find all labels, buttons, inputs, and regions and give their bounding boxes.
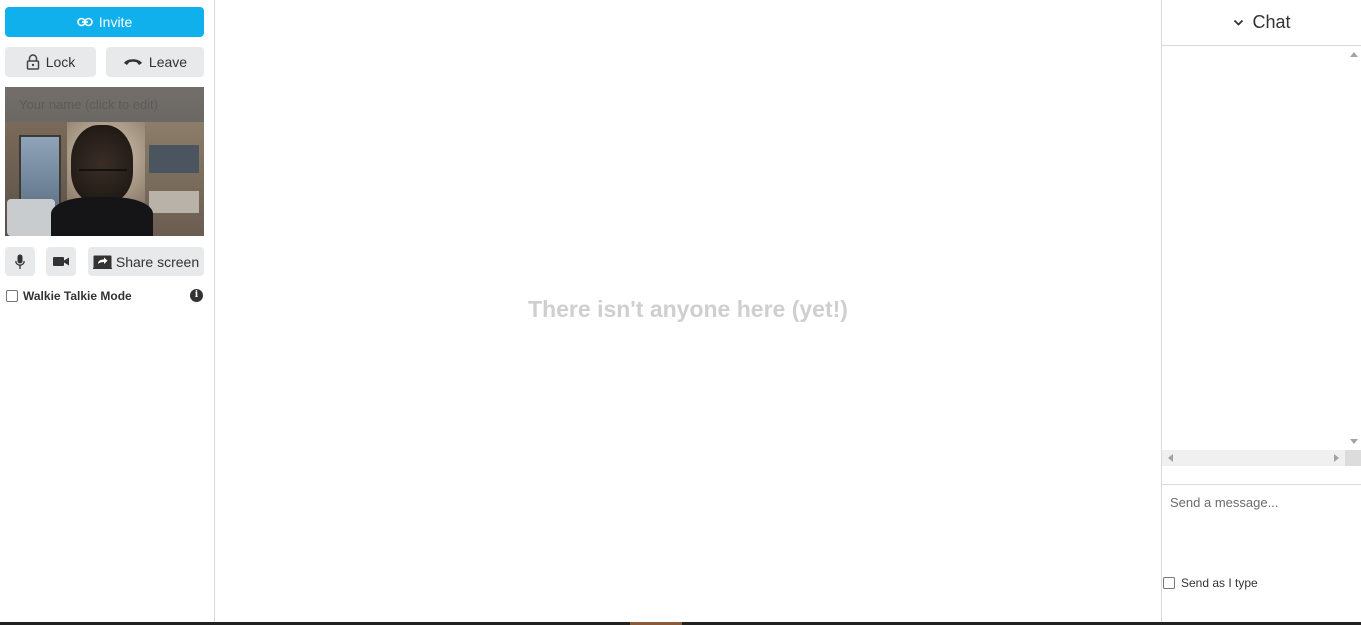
chat-vertical-scrollbar[interactable] [1345, 46, 1361, 450]
share-screen-button[interactable]: Share screen [88, 247, 204, 276]
sidebar: Invite Lock Leave Your name (click to ed… [0, 0, 215, 622]
chat-horizontal-scrollbar[interactable] [1162, 450, 1345, 466]
video-background-appliance [7, 199, 55, 236]
share-screen-label: Share screen [115, 253, 200, 270]
lock-label: Lock [45, 54, 76, 70]
video-camera-icon [53, 256, 69, 267]
microphone-button[interactable] [5, 247, 35, 276]
video-background-shelf [149, 145, 199, 173]
video-background-right [145, 122, 204, 236]
scroll-right-arrow-icon[interactable] [1334, 454, 1339, 462]
info-icon[interactable]: i [190, 289, 203, 302]
send-as-i-type-label: Send as I type [1181, 576, 1258, 590]
share-screen-icon [92, 255, 112, 269]
lock-button[interactable]: Lock [5, 47, 96, 77]
walkie-talkie-row: Walkie Talkie Mode i [6, 288, 204, 304]
chevron-down-icon [1233, 19, 1244, 27]
chat-messages-log [1162, 46, 1361, 466]
video-person-body [51, 197, 153, 236]
lock-icon [26, 54, 40, 70]
video-background-shelf-lower [149, 191, 199, 213]
invite-label: Invite [98, 14, 133, 30]
leave-label: Leave [148, 54, 188, 70]
phone-hangup-icon [123, 57, 143, 67]
walkie-talkie-label: Walkie Talkie Mode [23, 289, 132, 303]
scroll-up-arrow-icon[interactable] [1350, 52, 1358, 57]
camera-button[interactable] [46, 247, 76, 276]
self-video-preview: Your name (click to edit) [5, 87, 204, 236]
empty-room-message: There isn't anyone here (yet!) [528, 296, 848, 322]
chat-message-input[interactable] [1162, 484, 1361, 564]
microphone-icon [15, 254, 25, 270]
chat-header-toggle[interactable]: Chat [1162, 0, 1361, 46]
walkie-talkie-checkbox[interactable] [6, 290, 18, 302]
main-video-area: There isn't anyone here (yet!) [215, 0, 1161, 622]
leave-button[interactable]: Leave [106, 47, 204, 77]
chat-title: Chat [1252, 12, 1291, 32]
video-person-glasses [79, 169, 127, 179]
link-icon [76, 17, 93, 27]
video-name-editable[interactable]: Your name (click to edit) [5, 87, 204, 122]
video-person-head [71, 125, 133, 203]
send-as-i-type-row: Send as I type [1163, 576, 1258, 590]
scroll-left-arrow-icon[interactable] [1168, 454, 1173, 462]
scrollbar-corner [1345, 450, 1361, 466]
send-as-i-type-checkbox[interactable] [1163, 577, 1175, 589]
chat-panel: Chat Send as I type [1161, 0, 1361, 622]
scroll-down-arrow-icon[interactable] [1350, 439, 1358, 444]
invite-button[interactable]: Invite [5, 7, 204, 37]
